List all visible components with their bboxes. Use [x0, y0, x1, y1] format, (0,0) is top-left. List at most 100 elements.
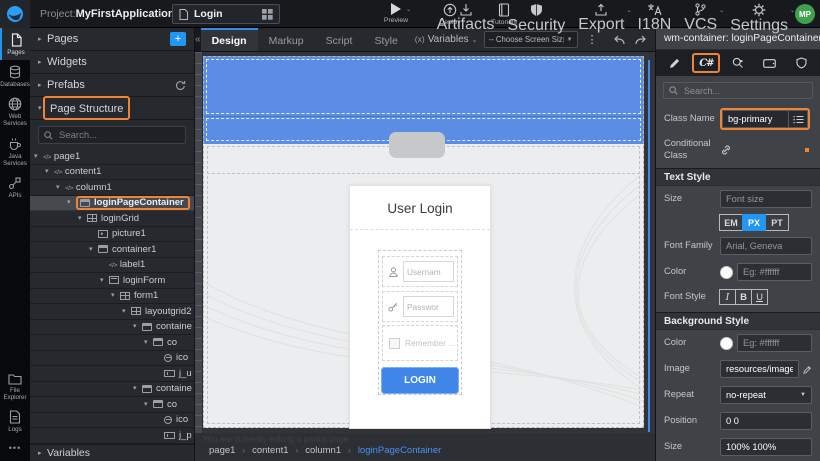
- user-avatar[interactable]: MP: [795, 4, 815, 24]
- picture1-placeholder[interactable]: [389, 132, 445, 158]
- tree-item-icon[interactable]: ico: [30, 351, 194, 367]
- tree-item-j_password[interactable]: j_p: [30, 428, 194, 444]
- properties-search-box[interactable]: [663, 82, 813, 99]
- section-variables[interactable]: Variables: [30, 444, 194, 461]
- preview-dropdown-icon[interactable]: [406, 6, 411, 13]
- tab-styles[interactable]: [692, 53, 720, 73]
- redo-button[interactable]: [630, 34, 652, 46]
- tree-item-container[interactable]: containe: [30, 320, 194, 336]
- class-name-input[interactable]: [722, 110, 788, 128]
- tree-item-j_username[interactable]: j_u: [30, 366, 194, 382]
- tree-item-loginGrid[interactable]: loginGrid: [30, 211, 194, 227]
- bold-button[interactable]: B: [735, 289, 752, 305]
- tree-item-label1[interactable]: label1: [30, 258, 194, 274]
- class-list-button[interactable]: [788, 110, 808, 128]
- login-card[interactable]: User Login Usernam: [349, 185, 491, 429]
- properties-search-input[interactable]: [682, 85, 807, 97]
- underline-button[interactable]: U: [751, 289, 768, 305]
- italic-button[interactable]: I: [719, 289, 736, 305]
- breadcrumb-column1[interactable]: column1: [305, 445, 341, 456]
- tree-item-container[interactable]: co: [30, 397, 194, 413]
- settings-button[interactable]: Settings: [730, 3, 788, 35]
- undo-button[interactable]: [608, 34, 630, 46]
- section-pages[interactable]: Pages: [30, 28, 194, 51]
- background-size-input[interactable]: [720, 438, 812, 456]
- wavemaker-logo-icon[interactable]: [0, 0, 30, 28]
- text-color-input[interactable]: [737, 263, 812, 281]
- username-field[interactable]: Usernam: [382, 256, 458, 287]
- refresh-icon[interactable]: [175, 80, 186, 91]
- tree-item-container[interactable]: co: [30, 335, 194, 351]
- tree-item-content1[interactable]: content1: [30, 165, 194, 181]
- breadcrumb-content1[interactable]: content1: [252, 445, 288, 456]
- password-input[interactable]: Passwor: [403, 296, 454, 317]
- tab-markup[interactable]: Markup: [258, 28, 315, 51]
- tab-security[interactable]: [787, 53, 815, 73]
- tree-item-loginForm[interactable]: loginForm: [30, 273, 194, 289]
- vcs-button[interactable]: VCS: [684, 3, 717, 35]
- rail-item-apis[interactable]: APIs: [0, 171, 30, 203]
- remember-checkbox[interactable]: [389, 338, 400, 349]
- page-tab-login[interactable]: Login: [172, 4, 280, 24]
- rail-item-web-services[interactable]: Web Services: [0, 92, 30, 131]
- security-button[interactable]: Security: [507, 3, 565, 35]
- tab-design[interactable]: Design: [201, 28, 258, 51]
- branch-icon: [694, 3, 707, 16]
- tab-style[interactable]: Style: [363, 28, 408, 51]
- i18n-button[interactable]: I18N: [637, 3, 671, 35]
- username-input[interactable]: Usernam: [403, 261, 454, 282]
- login-card-title[interactable]: User Login: [350, 201, 490, 216]
- artifacts-button[interactable]: Artifacts: [437, 3, 495, 35]
- repeat-select[interactable]: no-repeat: [720, 386, 812, 404]
- tree-item-layoutgrid2[interactable]: layoutgrid2: [30, 304, 194, 320]
- vcs-dropdown-icon[interactable]: [719, 7, 724, 14]
- tree-item-container[interactable]: containe: [30, 382, 194, 398]
- tab-device[interactable]: [756, 53, 784, 73]
- section-page-structure[interactable]: Page Structure: [30, 97, 194, 120]
- login-button[interactable]: LOGIN: [382, 368, 458, 393]
- unit-px-button[interactable]: PX: [742, 214, 766, 231]
- rail-item-java-services[interactable]: Java Services: [0, 132, 30, 171]
- tree-item-column1[interactable]: column1: [30, 180, 194, 196]
- bind-link-icon[interactable]: [720, 144, 732, 156]
- tree-search-input[interactable]: [57, 129, 180, 142]
- tab-locate[interactable]: [724, 53, 752, 73]
- font-size-input[interactable]: [720, 190, 812, 208]
- rail-item-file-explorer[interactable]: File Explorer: [0, 368, 30, 405]
- preview-button[interactable]: Preview: [374, 3, 418, 24]
- rail-item-logs[interactable]: Logs: [0, 405, 30, 437]
- canvas-page[interactable]: User Login Usernam: [203, 56, 644, 428]
- background-position-input[interactable]: [720, 412, 812, 430]
- text-color-swatch[interactable]: [720, 266, 733, 279]
- font-family-input[interactable]: [720, 237, 812, 255]
- tree-search-box[interactable]: [38, 126, 186, 144]
- section-prefabs[interactable]: Prefabs: [30, 74, 194, 97]
- password-field[interactable]: Passwor: [382, 291, 458, 322]
- tree-item-loginPageContainer[interactable]: loginPageContainer: [30, 196, 194, 212]
- tree-item-container1[interactable]: container1: [30, 242, 194, 258]
- login-form-group[interactable]: Usernam Passwor: [378, 250, 462, 395]
- export-dropdown-icon[interactable]: [626, 7, 631, 14]
- edit-link-icon[interactable]: [803, 364, 812, 375]
- tree-item-form1[interactable]: form1: [30, 289, 194, 305]
- breadcrumb-page1[interactable]: page1: [209, 445, 235, 456]
- unit-em-button[interactable]: EM: [719, 214, 743, 231]
- tree-item-icon[interactable]: ico: [30, 413, 194, 429]
- add-page-button[interactable]: [170, 32, 186, 46]
- breadcrumb-loginPageContainer[interactable]: loginPageContainer: [358, 445, 441, 456]
- background-color-input[interactable]: [737, 334, 812, 352]
- rail-item-databases[interactable]: Databases: [0, 60, 30, 92]
- remember-me-field[interactable]: Remember ...: [382, 325, 458, 361]
- export-button[interactable]: Export: [578, 3, 624, 35]
- tree-item-picture1[interactable]: picture1: [30, 227, 194, 243]
- section-widgets[interactable]: Widgets: [30, 51, 194, 74]
- background-color-swatch[interactable]: [720, 337, 733, 350]
- tree-item-page1[interactable]: page1: [30, 149, 194, 165]
- unit-pt-button[interactable]: PT: [765, 214, 789, 231]
- tab-properties[interactable]: [661, 53, 689, 73]
- background-image-input[interactable]: [720, 360, 799, 378]
- more-options-icon[interactable]: [0, 437, 30, 461]
- dashboard-grid-icon[interactable]: [262, 9, 273, 20]
- tab-script[interactable]: Script: [315, 28, 364, 51]
- rail-item-pages[interactable]: Pages: [0, 28, 30, 60]
